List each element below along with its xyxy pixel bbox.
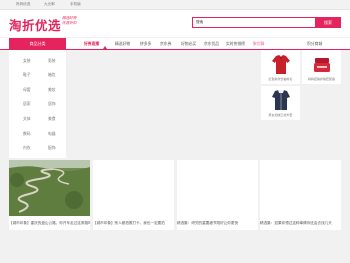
- article-title: 精选集：如果你想过这种事情你还会去找几天: [260, 221, 332, 225]
- category-link[interactable]: 数码: [23, 131, 31, 137]
- search-input[interactable]: [192, 17, 315, 28]
- site-logo[interactable]: 淘折优选: [9, 15, 65, 33]
- article-card[interactable]: 精选集：研究的重要细节刚好让你更快: [177, 160, 258, 230]
- product-card[interactable]: 男女加绒卫衣外套: [261, 86, 300, 120]
- nav-item-3[interactable]: 拼多多: [140, 38, 151, 50]
- category-link[interactable]: 电器: [48, 131, 56, 137]
- category-link[interactable]: 美妆: [48, 87, 56, 93]
- nav-item-1[interactable]: 好券直播: [84, 38, 99, 50]
- article-image: [260, 160, 341, 216]
- nav-item-8[interactable]: 聚划算: [253, 38, 264, 50]
- article-card[interactable]: 【城市印象】别人都拍照打卡，我也一定要拍: [93, 160, 174, 230]
- article-title: 【城市印象】重庆的盘山公路，你开车走过这条路吗: [9, 221, 90, 225]
- search-bar: 搜索: [192, 17, 341, 28]
- category-link[interactable]: 文体: [23, 116, 31, 122]
- logo-text: 淘折优选: [9, 18, 62, 33]
- category-link[interactable]: 美食: [48, 116, 56, 122]
- jacket-icon: [268, 89, 294, 111]
- red-shirt-icon: [268, 53, 294, 75]
- article-card[interactable]: 精选集：如果你想过这种事情你还会去找几天: [260, 160, 341, 230]
- nav-item-5[interactable]: 好物必买: [181, 38, 196, 50]
- topbar-link-2[interactable]: 九元邮: [44, 2, 55, 7]
- category-link[interactable]: 配饰: [48, 145, 56, 151]
- article-title: 【城市印象】别人都拍照打卡，我也一定要拍: [93, 221, 165, 225]
- category-link[interactable]: 男装: [48, 58, 56, 64]
- nav-item-6[interactable]: 京东优品: [204, 38, 219, 50]
- featured-products: 红色新款长袖衬衫 妈妈控肤护肤套装霜 男女加绒卫衣外套: [261, 50, 341, 158]
- article-title: 精选集：研究的重要细节刚好让你更快: [177, 221, 239, 225]
- all-categories-button[interactable]: 商品分类: [9, 38, 66, 50]
- article-image: [93, 160, 174, 216]
- active-tab-indicator: [103, 46, 107, 49]
- mountain-road-photo: [9, 160, 90, 216]
- topbar-link-3[interactable]: 手机版: [70, 2, 81, 7]
- category-link[interactable]: 内衣: [23, 145, 31, 151]
- product-card[interactable]: 红色新款长袖衬衫: [261, 50, 300, 84]
- nav-item-7[interactable]: 实时热销榜: [226, 38, 245, 50]
- category-panel: 女装 男装 鞋子 箱包 母婴 美妆 居家 居饰 文体 美食 数码 电器 内衣 配…: [9, 50, 66, 158]
- logo-slogan: 精选好物 优惠折扣: [62, 16, 86, 26]
- nav-item-4[interactable]: 京东券: [160, 38, 171, 50]
- product-caption: 红色新款长袖衬衫: [268, 77, 293, 81]
- category-link[interactable]: 母婴: [23, 87, 31, 93]
- search-button[interactable]: 搜索: [315, 17, 341, 28]
- slogan-line-2: 优惠折扣: [62, 21, 77, 25]
- article-card[interactable]: 【城市印象】重庆的盘山公路，你开车走过这条路吗: [9, 160, 90, 230]
- category-link[interactable]: 居家: [23, 101, 31, 107]
- product-caption: 男女加绒卫衣外套: [268, 113, 293, 117]
- nav-item-2[interactable]: 精选好物: [115, 38, 130, 50]
- main-content-area: [70, 50, 259, 158]
- category-link[interactable]: 鞋子: [23, 72, 31, 78]
- top-utility-bar: 妈妈优选 九元邮 手机版: [0, 0, 350, 10]
- main-nav: 商品分类 好券直播 精选好物 拼多多 京东券 好物必买 京东优品 实时热销榜 聚…: [0, 38, 350, 50]
- skincare-jar-icon: [309, 53, 335, 75]
- article-image: [177, 160, 258, 216]
- product-caption: 妈妈控肤护肤套装霜: [307, 77, 335, 81]
- category-link[interactable]: 女装: [23, 58, 31, 64]
- nav-right-link[interactable]: 积分商城: [307, 38, 322, 50]
- category-link[interactable]: 居饰: [48, 101, 56, 107]
- category-link[interactable]: 箱包: [48, 72, 56, 78]
- product-card[interactable]: 妈妈控肤护肤套装霜: [302, 50, 341, 84]
- topbar-link-1[interactable]: 妈妈优选: [16, 2, 30, 7]
